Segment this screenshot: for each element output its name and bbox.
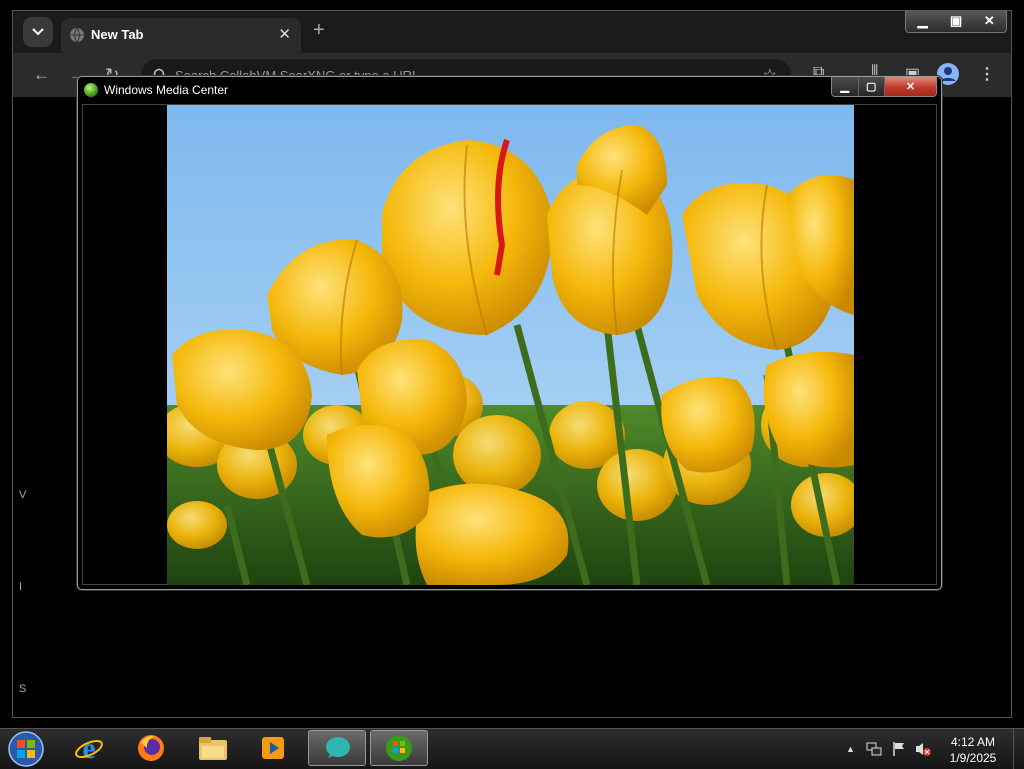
- minimize-button[interactable]: ▁: [832, 77, 859, 96]
- globe-icon: [70, 27, 84, 43]
- media-center-titlebar[interactable]: Windows Media Center ▁ ▢ ✕: [78, 77, 941, 103]
- tab-strip: New Tab ✕ + ▁ ▣ ✕: [13, 10, 1011, 53]
- svg-text:e: e: [82, 733, 95, 763]
- volume-muted-icon[interactable]: [914, 741, 932, 757]
- system-clock[interactable]: 4:12 AM 1/9/2025: [933, 734, 1013, 766]
- tab-close-button[interactable]: ✕: [278, 25, 291, 43]
- tab-new-tab[interactable]: New Tab ✕: [61, 18, 301, 53]
- internet-explorer-icon: e: [75, 733, 103, 763]
- taskbar-windows-explorer[interactable]: [186, 730, 240, 766]
- tulips-photo: [167, 105, 854, 585]
- new-tab-button[interactable]: +: [313, 20, 325, 40]
- media-center-icon: [84, 83, 98, 97]
- chat-bubble-icon: [326, 737, 350, 758]
- network-icon[interactable]: [866, 741, 882, 757]
- back-icon[interactable]: ←: [33, 65, 50, 85]
- tab-title: New Tab: [91, 27, 144, 42]
- chevron-down-icon: [32, 28, 44, 36]
- taskbar: e ▲ 4:12 AM 1/9/2025: [0, 728, 1024, 769]
- close-button[interactable]: ✕: [973, 10, 1006, 32]
- media-player-icon: [262, 737, 284, 759]
- clock-date: 1/9/2025: [949, 751, 997, 765]
- media-center-window-controls: ▁ ▢ ✕: [831, 77, 937, 97]
- firefox-icon: [138, 735, 164, 761]
- show-desktop-button[interactable]: [1013, 729, 1024, 769]
- taskbar-windows-media-player[interactable]: [246, 730, 300, 766]
- folder-icon: [199, 737, 227, 760]
- media-center-icon: [386, 735, 412, 761]
- maximize-button[interactable]: ▣: [939, 10, 972, 32]
- minimize-button[interactable]: ▁: [906, 10, 939, 32]
- clock-time: 4:12 AM: [950, 735, 996, 749]
- tray-overflow-arrow-icon[interactable]: ▲: [846, 744, 855, 754]
- close-button[interactable]: ✕: [885, 77, 936, 96]
- tab-search-button[interactable]: [23, 17, 53, 47]
- background-text-fragment: I: [19, 581, 23, 593]
- action-center-flag-icon[interactable]: [892, 741, 906, 757]
- taskbar-windows-media-center[interactable]: [370, 730, 428, 766]
- media-center-window: Windows Media Center ▁ ▢ ✕: [77, 76, 942, 590]
- taskbar-internet-explorer[interactable]: e: [62, 730, 116, 766]
- taskbar-collabvm[interactable]: [308, 730, 366, 766]
- start-button[interactable]: [6, 730, 46, 768]
- window-title: Windows Media Center: [104, 83, 229, 97]
- taskbar-firefox[interactable]: [124, 730, 178, 766]
- media-center-viewport[interactable]: [82, 104, 937, 585]
- maximize-button[interactable]: ▢: [858, 77, 885, 96]
- background-text-fragment: V: [19, 489, 27, 501]
- background-text-fragment: S: [19, 683, 27, 695]
- menu-kebab-icon[interactable]: ⋮: [979, 64, 995, 84]
- browser-window-controls: ▁ ▣ ✕: [905, 10, 1007, 33]
